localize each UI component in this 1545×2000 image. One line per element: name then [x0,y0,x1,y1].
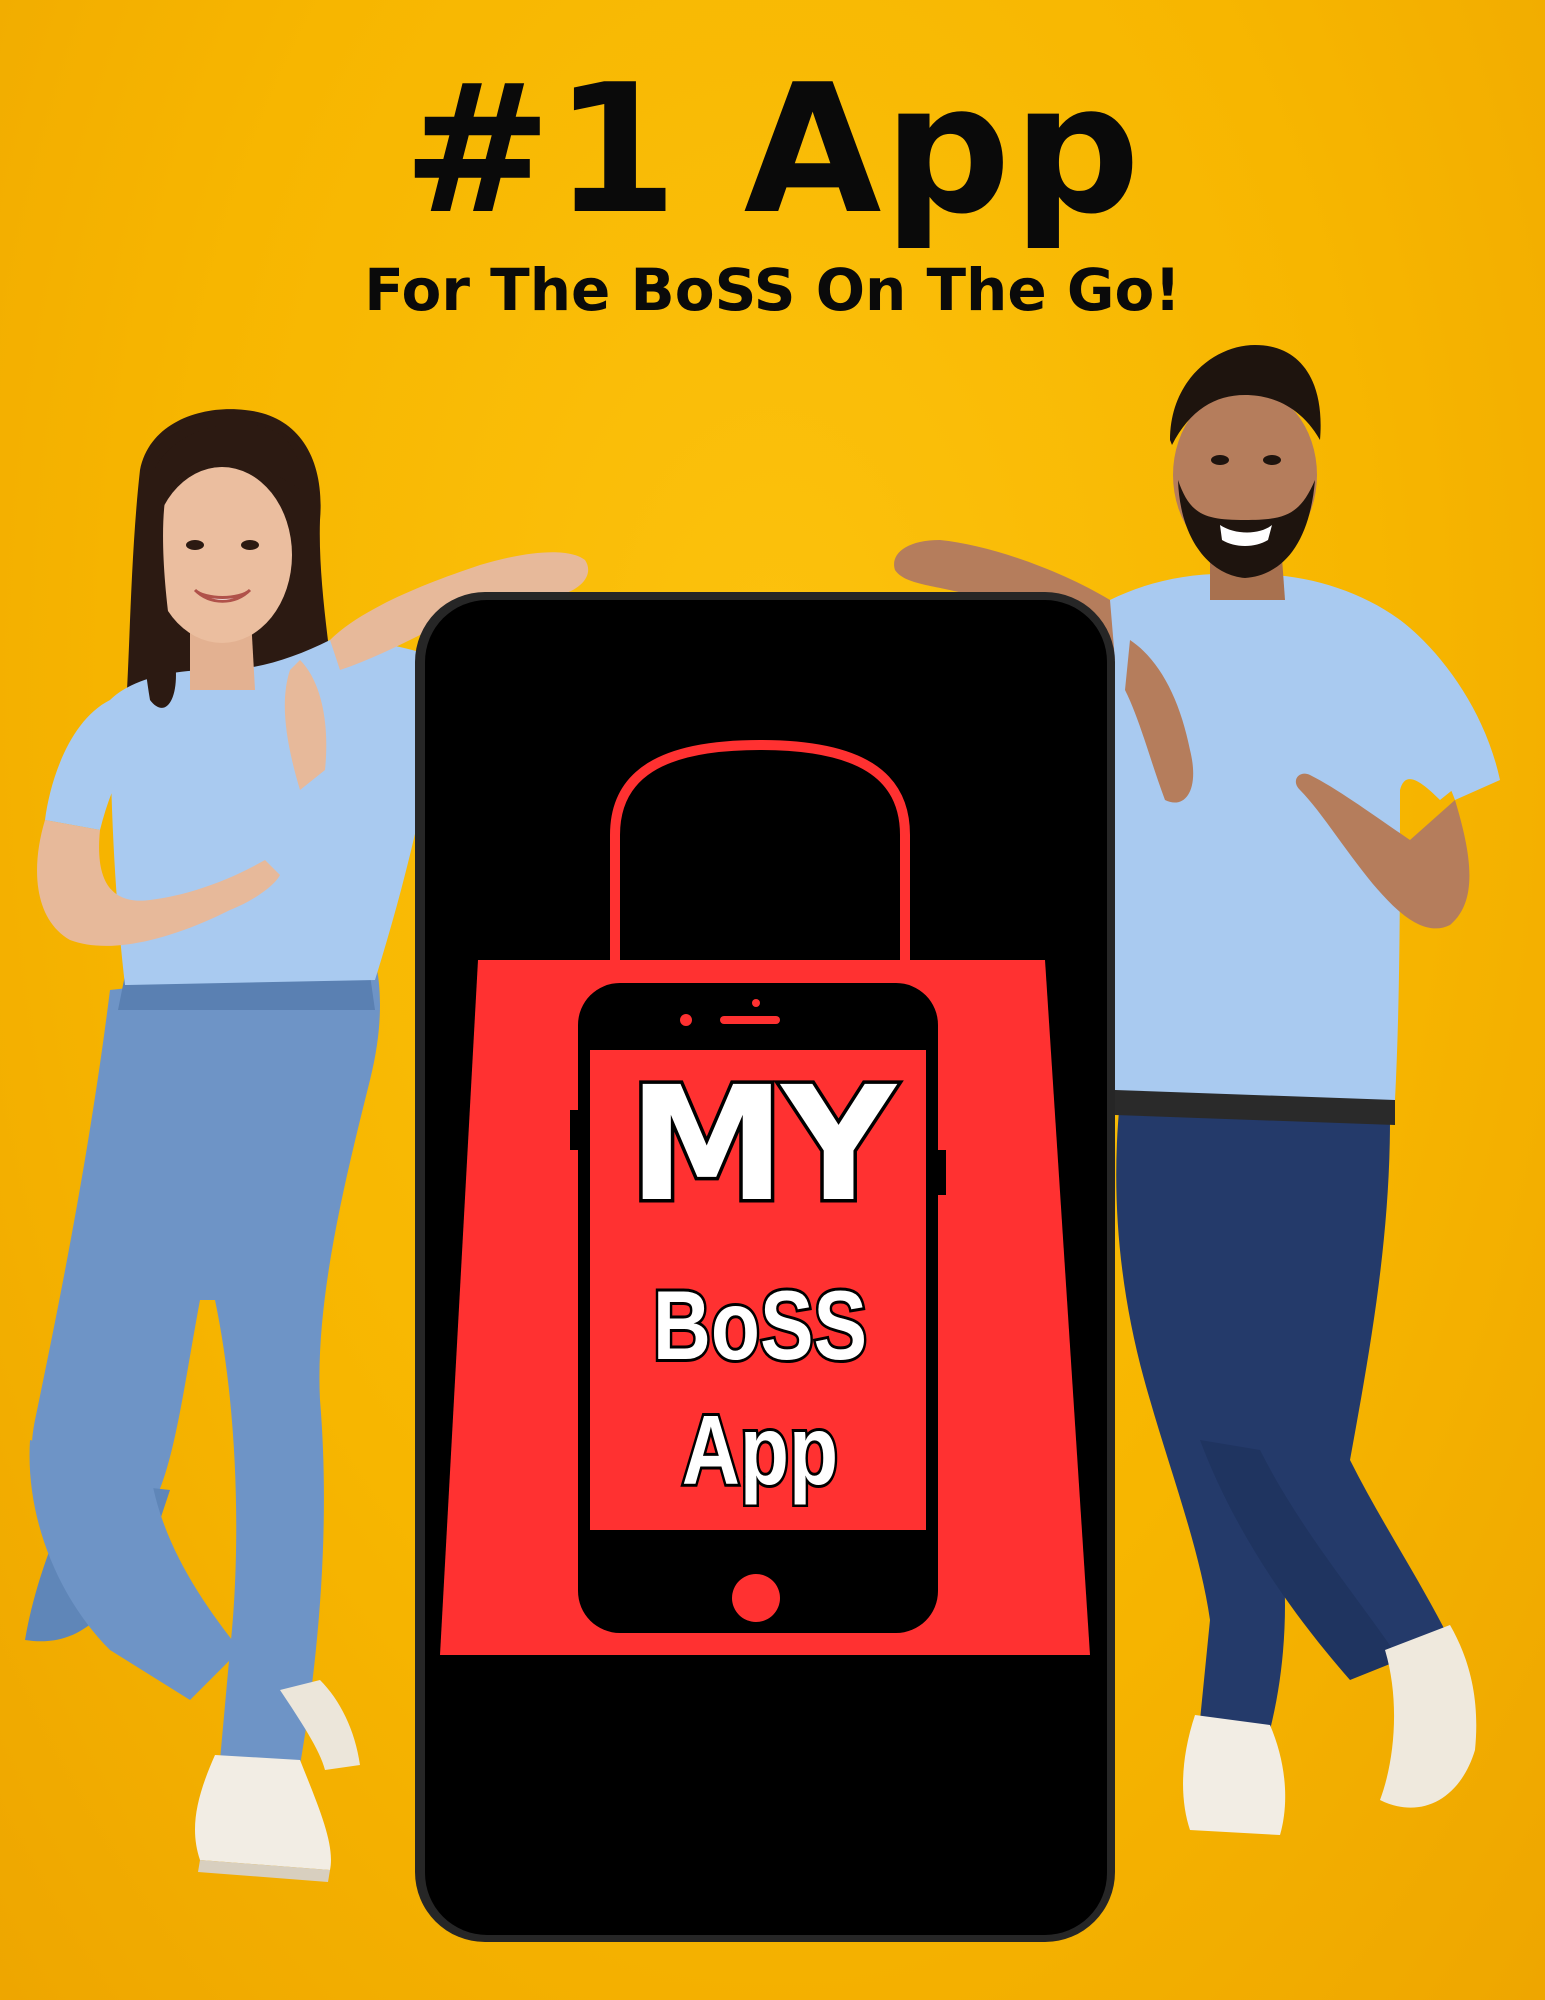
illustration [25,345,1500,1942]
logo-text-my: MY [625,1053,900,1237]
home-button-icon [732,1574,780,1622]
logo-text-app: App [679,1392,840,1508]
promo-poster: #1 App For The BoSS On The Go! MY BoSS A… [0,0,1545,2000]
logo-text-boss: BoSS [650,1267,869,1383]
